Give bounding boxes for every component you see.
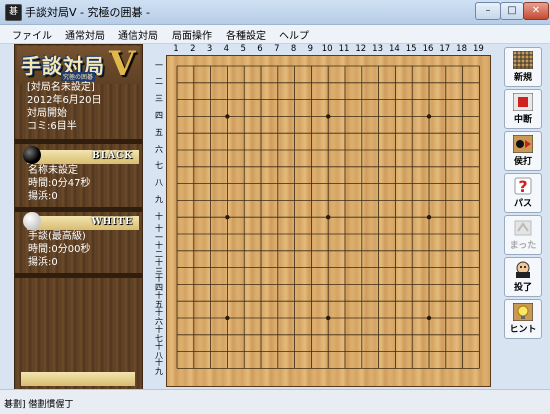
menu-normal-game[interactable]: 通常対局 [65,27,105,42]
menu-position[interactable]: 局面操作 [172,27,212,42]
black-color-label: BLACK [92,151,133,161]
wait-icon [514,220,532,236]
resign-button[interactable]: 投了 [504,257,542,297]
app-icon: 碁 [5,4,22,21]
menu-settings[interactable]: 各種設定 [226,27,266,42]
column-label: 6 [257,44,263,54]
resign-label: 投了 [513,283,532,293]
star-point [426,114,432,119]
star-point [426,215,432,220]
column-label: 14 [388,44,400,54]
menu-online-game[interactable]: 通信対局 [118,27,158,42]
hint-label: ヒント [509,325,537,335]
game-date: 2012年6月20日 [27,95,102,106]
white-stone-icon [23,212,41,230]
white-player-name: 手談(最高級) [28,231,86,242]
new-game-button[interactable]: 新規 [504,47,542,87]
game-status: 対局開始 [27,108,67,119]
star-point [326,215,331,220]
star-point [326,114,331,119]
column-label: 15 [405,44,417,54]
column-label: 3 [206,44,213,54]
wait-button[interactable]: まった [504,215,542,255]
column-label: 17 [439,44,451,54]
logo-version: V [109,44,136,84]
star-point [225,114,230,119]
black-player-time: 時間:0分47秒 [28,178,91,189]
hint-button[interactable]: ヒント [504,299,542,339]
column-label: 8 [290,44,297,54]
pass-icon: ? [514,177,532,195]
window-title: 手談対局V - 究極の囲碁 - [25,6,150,19]
undo-button[interactable]: 侯打 [504,131,542,171]
white-color-label: WHITE [91,217,133,227]
hint-icon [513,303,533,321]
column-label: 4 [223,44,230,54]
divider [15,273,142,278]
title-bar: 碁 手談対局V - 究極の囲碁 - – □ ✕ [0,0,550,25]
status-text: 碁劃] 僣劃慣偓丁 [4,400,74,410]
column-label: 12 [355,44,367,54]
column-label: 13 [372,44,383,54]
column-label: 5 [240,44,246,54]
pass-button[interactable]: ? パス [504,173,542,213]
suspend-button[interactable]: 中断 [504,89,542,129]
white-player-box: WHITE 手談(最高級) 時間:0分00秒 揚浜:0 [19,212,139,268]
column-label: 16 [422,44,434,54]
column-label: 2 [190,44,196,54]
menu-file[interactable]: ファイル [12,27,52,42]
go-board[interactable] [166,55,491,387]
menu-help[interactable]: ヘルプ [279,27,309,42]
undo-label: 侯打 [513,157,532,167]
star-point [426,315,432,321]
column-label: 10 [321,44,333,54]
suspend-icon [513,93,533,111]
column-label: 11 [338,44,350,54]
game-komi: コミ:6目半 [27,121,77,132]
board-grid[interactable] [167,56,490,386]
resign-icon [516,261,530,278]
column-label: 7 [274,44,280,54]
logo-subtitle: 究極の囲碁 [61,72,96,81]
white-player-captures: 揚浜:0 [28,257,58,268]
svg-text:?: ? [518,177,527,195]
game-info-panel: 手談対局 V 究極の囲碁 [対局名未設定] 2012年6月20日 対局開始 コミ… [14,44,143,390]
status-bar: 碁劃] 僣劃慣偓丁 [0,389,550,414]
menu-bar: ファイル 通常対局 通信対局 局面操作 各種設定 ヘルプ [0,25,550,44]
star-point [326,315,331,321]
column-label: 18 [456,44,467,54]
panel-bottom-strip [21,372,135,386]
undo-icon [513,135,533,153]
app-logo: 手談対局 V 究極の囲碁 [17,44,140,84]
white-label-bar: WHITE [27,216,139,230]
new-game-label: 新規 [513,73,532,83]
new-grid-icon [513,51,533,69]
minimize-button[interactable]: – [475,2,501,20]
maximize-button[interactable]: □ [500,2,524,20]
column-label: 1 [173,44,179,54]
black-label-bar: BLACK [27,150,139,164]
game-info: [対局名未設定] 2012年6月20日 対局開始 コミ:6目半 [27,81,102,133]
column-label: 19 [472,44,484,54]
star-point [225,215,230,220]
suspend-label: 中断 [513,115,532,125]
black-player-box: BLACK 名称未設定 時間:0分47秒 揚浜:0 [19,146,139,202]
column-label: 9 [307,44,314,54]
black-player-name: 名称未設定 [28,165,78,176]
white-player-time: 時間:0分00秒 [28,244,91,255]
close-button[interactable]: ✕ [523,2,549,20]
star-point [225,315,230,321]
divider [15,139,142,144]
wait-label: まった [509,241,537,251]
black-player-captures: 揚浜:0 [28,191,58,202]
pass-label: パス [513,199,532,209]
game-name: [対局名未設定] [27,82,95,93]
black-stone-icon [23,146,41,164]
